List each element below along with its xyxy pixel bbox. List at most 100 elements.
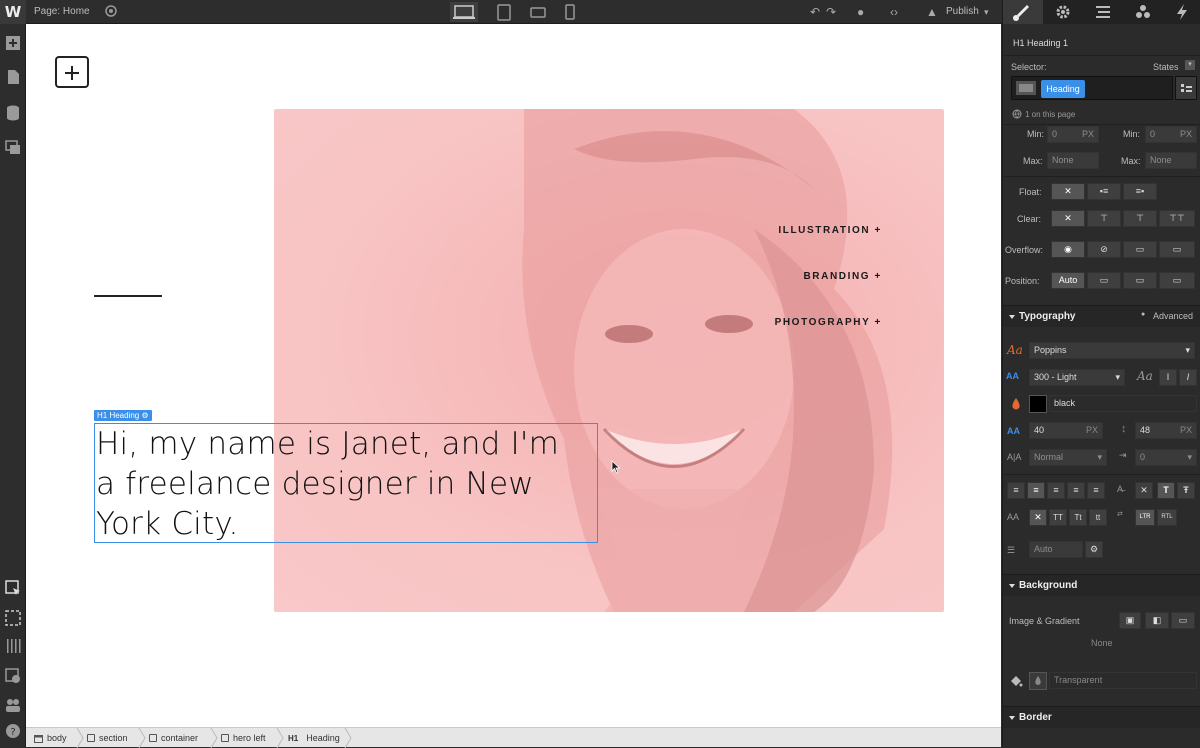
add-panel-icon[interactable]	[4, 34, 22, 52]
clear-right-button[interactable]: ⊤	[1123, 210, 1157, 227]
tab-interactions[interactable]	[1163, 0, 1200, 24]
text-align-left-button[interactable]: ≡	[1007, 482, 1025, 499]
page-selector[interactable]: Page: Home	[34, 6, 90, 17]
columns-settings-gear-icon[interactable]: ⚙	[1085, 541, 1103, 558]
desktop-view-icon[interactable]	[450, 2, 478, 22]
nav-link-illustration[interactable]: ILLUSTRATION +	[778, 225, 882, 236]
clear-both-button[interactable]: ⊤⊤	[1159, 210, 1195, 227]
background-section-header[interactable]: Background	[1003, 574, 1200, 596]
webflow-logo-icon[interactable]: W	[0, 0, 26, 24]
navigator-select-icon[interactable]	[4, 579, 22, 597]
line-height-field[interactable]: 48 PX	[1135, 422, 1197, 439]
nav-link-photography[interactable]: PHOTOGRAPHY +	[775, 317, 882, 328]
float-right-button[interactable]: ≡▪	[1123, 183, 1157, 200]
color-field[interactable]: black	[1049, 395, 1197, 412]
letter-spacing-icon: A|A	[1007, 452, 1022, 462]
overflow-scroll-button[interactable]: ▭	[1123, 241, 1157, 258]
advanced-toggle[interactable]: Advanced	[1153, 311, 1193, 321]
letter-spacing-field[interactable]: Normal ▾	[1029, 449, 1107, 466]
tab-symbols[interactable]	[1123, 0, 1163, 24]
position-relative-button[interactable]: ▭	[1087, 272, 1121, 289]
min-height-field[interactable]: 0 PX	[1145, 126, 1197, 143]
x-ray-mode-icon[interactable]	[4, 667, 22, 685]
overflow-auto-button[interactable]: ▭	[1159, 241, 1195, 258]
breadcrumb-item-container[interactable]: container	[149, 733, 198, 743]
assets-icon[interactable]	[4, 138, 22, 156]
background-color-swatch[interactable]	[1029, 672, 1047, 690]
redo-icon[interactable]: ↷	[826, 3, 836, 21]
font-weight-select[interactable]: 300 - Light ▾	[1029, 369, 1125, 386]
add-color-overlay-button[interactable]: ▭	[1171, 612, 1195, 629]
direction-rtl-button[interactable]: RTL	[1157, 509, 1177, 526]
text-align-full-button[interactable]: ≡	[1087, 482, 1105, 499]
position-auto-button[interactable]: Auto	[1051, 272, 1085, 289]
clear-none-button[interactable]: ✕	[1051, 210, 1085, 227]
decoration-strike-button[interactable]: Ŧ	[1177, 482, 1195, 499]
nav-link-branding[interactable]: BRANDING +	[803, 271, 882, 282]
direction-ltr-button[interactable]: LTR	[1135, 509, 1155, 526]
design-canvas[interactable]: ILLUSTRATION + BRANDING + PHOTOGRAPHY + …	[26, 24, 1001, 727]
color-swatch[interactable]	[1029, 395, 1047, 413]
position-fixed-button[interactable]: ▭	[1159, 272, 1195, 289]
add-gradient-button[interactable]: ◧	[1145, 612, 1169, 629]
undo-icon[interactable]: ↶	[810, 3, 820, 21]
decoration-none-button[interactable]: ✕	[1135, 482, 1153, 499]
selector-chip[interactable]: Heading	[1041, 80, 1085, 98]
font-size-value: 40	[1034, 425, 1045, 435]
selector-options-button[interactable]	[1175, 76, 1197, 100]
add-image-button[interactable]: ▣	[1119, 612, 1141, 629]
max-height-field[interactable]: None	[1145, 152, 1197, 169]
gear-icon[interactable]: ⚙	[141, 411, 148, 420]
publish-button[interactable]: Publish	[946, 6, 979, 17]
max-width-field[interactable]: None	[1047, 152, 1099, 169]
font-family-select[interactable]: Poppins ▾	[1029, 342, 1195, 359]
transform-lowercase-button[interactable]: tt	[1089, 509, 1107, 526]
selected-element-tag[interactable]: H1 Heading ⚙	[94, 410, 152, 421]
tab-settings[interactable]	[1043, 0, 1083, 24]
cms-database-icon[interactable]	[4, 104, 22, 122]
background-color-field[interactable]: Transparent	[1049, 672, 1197, 689]
text-align-center-button[interactable]: ≡	[1027, 482, 1045, 499]
preview-eye-icon[interactable]	[104, 4, 118, 18]
add-element-plus-icon[interactable]	[55, 56, 89, 88]
code-export-icon[interactable]: ‹›	[890, 3, 898, 21]
grid-overlay-icon[interactable]	[4, 637, 22, 655]
mobile-landscape-view-icon[interactable]	[528, 2, 548, 22]
position-absolute-button[interactable]: ▭	[1123, 272, 1157, 289]
transform-none-button[interactable]: ✕	[1029, 509, 1047, 526]
border-section-header[interactable]: Border	[1003, 706, 1200, 728]
font-style-normal-button[interactable]: I	[1159, 369, 1177, 386]
text-align-right-button[interactable]: ≡	[1047, 482, 1065, 499]
chevron-down-icon[interactable]: ▾	[984, 3, 989, 21]
comments-icon[interactable]: ●	[857, 3, 864, 21]
overflow-visible-button[interactable]: ◉	[1051, 241, 1085, 258]
columns-field[interactable]: Auto	[1029, 541, 1083, 558]
hero-heading[interactable]: Hi, my name is Janet, and I'm a freelanc…	[94, 423, 598, 543]
states-dropdown[interactable]: States	[1153, 62, 1179, 72]
float-left-button[interactable]: ▪≡	[1087, 183, 1121, 200]
clear-left-button[interactable]: ⊤	[1087, 210, 1121, 227]
text-align-justify-button[interactable]: ≡	[1067, 482, 1085, 499]
breadcrumb-item-heading[interactable]: H1 Heading	[288, 733, 340, 743]
mobile-portrait-view-icon[interactable]	[560, 2, 580, 22]
transform-capitalize-button[interactable]: Tt	[1069, 509, 1087, 526]
tab-style[interactable]	[1003, 0, 1043, 24]
overflow-hidden-button[interactable]: ⊘	[1087, 241, 1121, 258]
breadcrumb-item-body[interactable]: body	[34, 733, 67, 743]
breadcrumb-item-section[interactable]: section	[87, 733, 128, 743]
tablet-view-icon[interactable]	[494, 2, 514, 22]
help-icon[interactable]: ?	[4, 722, 22, 740]
float-none-button[interactable]: ✕	[1051, 183, 1085, 200]
pages-icon[interactable]	[4, 68, 22, 86]
tab-navigator[interactable]	[1083, 0, 1123, 24]
transform-uppercase-button[interactable]: TT	[1049, 509, 1067, 526]
show-element-edges-icon[interactable]	[4, 609, 22, 627]
font-size-field[interactable]: 40 PX	[1029, 422, 1103, 439]
font-style-italic-button[interactable]: I	[1179, 369, 1197, 386]
breadcrumb-item-hero-left[interactable]: hero left	[221, 733, 266, 743]
collaborators-icon[interactable]	[4, 696, 22, 714]
decoration-underline-button[interactable]: T	[1157, 482, 1175, 499]
text-indent-field[interactable]: 0 ▾	[1135, 449, 1197, 466]
min-width-field[interactable]: 0 PX	[1047, 126, 1099, 143]
states-chevron-down-icon[interactable]: ▾	[1185, 60, 1195, 70]
